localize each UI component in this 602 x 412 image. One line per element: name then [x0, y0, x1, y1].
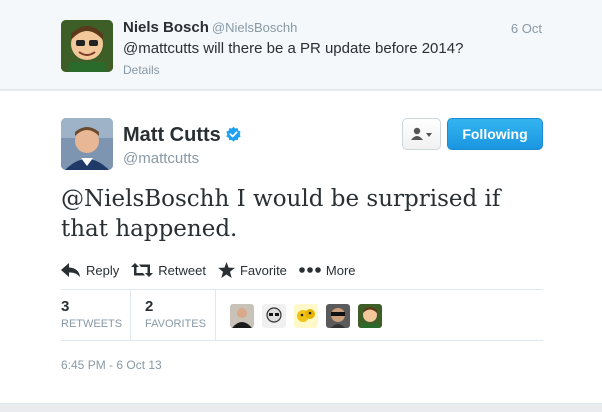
favorite-count: 2	[145, 298, 154, 315]
retweets-stat[interactable]: 3 RETWEETS	[61, 290, 131, 340]
favoriter-avatar[interactable]	[294, 304, 318, 328]
retweet-button[interactable]: Retweet	[131, 263, 206, 278]
favoriter-avatar[interactable]	[358, 304, 382, 328]
following-button[interactable]: Following	[447, 118, 543, 150]
author-name-text: Matt Cutts	[123, 124, 221, 146]
favorites-label: FAVORITES	[145, 318, 206, 330]
reply-icon	[61, 263, 80, 277]
more-button[interactable]: More	[299, 263, 356, 278]
tweet-timestamp[interactable]: 6:45 PM - 6 Oct 13	[61, 358, 162, 372]
matt-avatar[interactable]	[61, 118, 113, 170]
tweet-actions: Reply Retweet Favorite More	[61, 262, 368, 278]
reply-header: Niels Bosch @NielsBoschh	[123, 19, 297, 36]
main-tweet: Matt Cutts @mattcutts Following @NielsBo…	[0, 91, 602, 412]
favoriter-avatar[interactable]	[230, 304, 254, 328]
user-icon	[410, 127, 432, 140]
reply-author-handle[interactable]: @NielsBoschh	[212, 20, 297, 35]
favorite-label: Favorite	[239, 262, 287, 278]
tweet-text: @NielsBoschh I would be surprised if tha…	[61, 186, 501, 242]
author-name[interactable]: Matt Cutts	[123, 124, 242, 147]
more-label: More	[325, 262, 356, 278]
favoriter-avatar[interactable]	[326, 304, 350, 328]
retweets-label: RETWEETS	[61, 318, 123, 330]
details-link[interactable]: Details	[123, 63, 160, 77]
favoriter-avatars	[216, 290, 390, 340]
reply-text: @mattcutts will there be a PR update bef…	[123, 40, 464, 57]
reply-button[interactable]: Reply	[61, 263, 119, 278]
reply-tweet[interactable]: Niels Bosch @NielsBoschh 6 Oct @mattcutts…	[0, 0, 602, 90]
user-actions-dropdown[interactable]	[402, 118, 441, 150]
favorites-stat[interactable]: 2 FAVORITES	[131, 290, 216, 340]
retweet-count: 3	[61, 298, 70, 315]
author-handle[interactable]: @mattcutts	[123, 150, 199, 167]
divider	[61, 340, 543, 341]
reply-label: Reply	[86, 262, 120, 278]
verified-badge-icon	[226, 126, 241, 142]
more-dots-icon	[299, 267, 321, 273]
reply-date[interactable]: 6 Oct	[511, 21, 542, 36]
favorite-button[interactable]: Favorite	[218, 262, 287, 278]
bottom-border	[0, 403, 602, 412]
reply-author-name[interactable]: Niels Bosch	[123, 19, 209, 36]
star-icon	[218, 262, 235, 278]
tweet-stats: 3 RETWEETS 2 FAVORITES	[61, 290, 543, 340]
favoriter-avatar[interactable]	[262, 304, 286, 328]
niels-avatar[interactable]	[61, 20, 113, 72]
retweet-icon	[131, 263, 154, 277]
retweet-label: Retweet	[158, 262, 206, 278]
